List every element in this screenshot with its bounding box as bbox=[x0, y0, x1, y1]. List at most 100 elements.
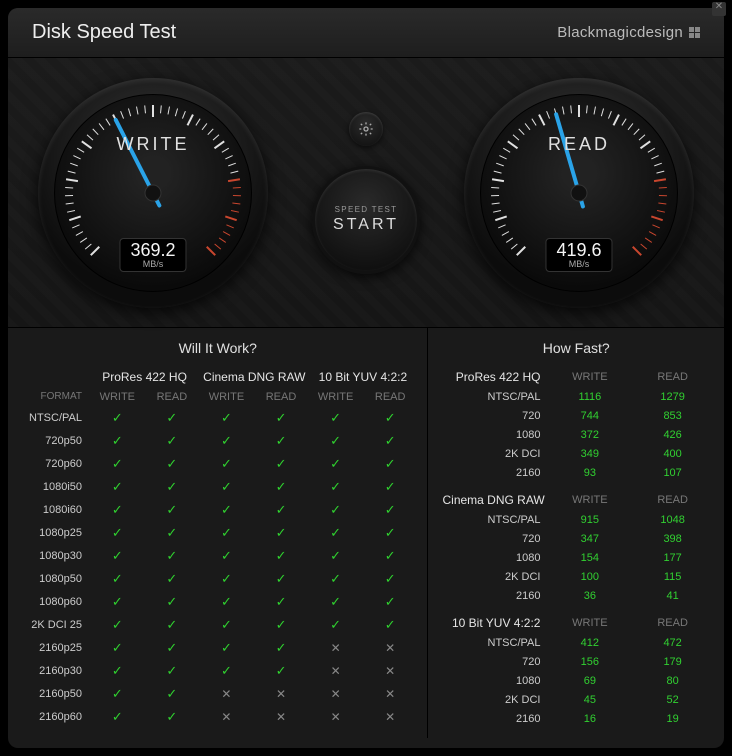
read-fps-value: 41 bbox=[631, 586, 714, 605]
resolution-label: 2160 bbox=[438, 463, 548, 482]
subcol-header: WRITE bbox=[90, 387, 145, 406]
resolution-label: 720 bbox=[438, 529, 548, 548]
format-label: 1080p60 bbox=[18, 590, 90, 613]
table-row: 1080372426 bbox=[438, 425, 714, 444]
check-icon: ✓ bbox=[145, 590, 200, 613]
check-icon: ✓ bbox=[254, 590, 309, 613]
check-icon: ✓ bbox=[145, 613, 200, 636]
how-fast-table: ProRes 422 HQWRITEREADNTSC/PAL1116127972… bbox=[438, 366, 714, 728]
resolution-label: 1080 bbox=[438, 548, 548, 567]
subcol-header: WRITE bbox=[308, 387, 363, 406]
subcol-header: WRITE bbox=[548, 489, 631, 510]
format-label: 2160p60 bbox=[18, 705, 90, 728]
check-icon: ✓ bbox=[145, 567, 200, 590]
resolution-label: NTSC/PAL bbox=[438, 510, 548, 529]
check-icon: ✓ bbox=[90, 567, 145, 590]
format-label: NTSC/PAL bbox=[18, 406, 90, 429]
check-icon: ✓ bbox=[90, 429, 145, 452]
table-row: 2K DCI349400 bbox=[438, 444, 714, 463]
subcol-header: READ bbox=[254, 387, 309, 406]
write-fps-value: 349 bbox=[548, 444, 631, 463]
check-icon: ✓ bbox=[254, 521, 309, 544]
check-icon: ✓ bbox=[254, 613, 309, 636]
check-icon: ✓ bbox=[254, 498, 309, 521]
write-gauge-label: WRITE bbox=[38, 134, 268, 155]
read-fps-value: 853 bbox=[631, 406, 714, 425]
center-controls: SPEED TEST START bbox=[312, 112, 420, 274]
will-it-work-panel: Will It Work? ProRes 422 HQ Cinema DNG R… bbox=[8, 328, 428, 738]
check-icon: ✓ bbox=[145, 475, 200, 498]
read-fps-value: 400 bbox=[631, 444, 714, 463]
check-icon: ✓ bbox=[90, 590, 145, 613]
check-icon: ✓ bbox=[254, 452, 309, 475]
codec-header: Cinema DNG RAW bbox=[199, 366, 308, 387]
codec-header: ProRes 422 HQ bbox=[438, 366, 548, 387]
check-icon: ✓ bbox=[254, 567, 309, 590]
format-label: 1080i50 bbox=[18, 475, 90, 498]
cross-icon: ✕ bbox=[199, 705, 254, 728]
resolution-label: NTSC/PAL bbox=[438, 633, 548, 652]
cross-icon: ✕ bbox=[308, 705, 363, 728]
check-icon: ✓ bbox=[90, 544, 145, 567]
resolution-label: 1080 bbox=[438, 671, 548, 690]
read-unit: MB/s bbox=[556, 260, 601, 269]
brand-label: Blackmagicdesign bbox=[557, 24, 683, 41]
how-fast-title: How Fast? bbox=[438, 336, 714, 366]
subcol-header: WRITE bbox=[548, 612, 631, 633]
write-fps-value: 100 bbox=[548, 567, 631, 586]
write-fps-value: 412 bbox=[548, 633, 631, 652]
check-icon: ✓ bbox=[199, 475, 254, 498]
resolution-label: 720 bbox=[438, 406, 548, 425]
check-icon: ✓ bbox=[199, 521, 254, 544]
check-icon: ✓ bbox=[363, 429, 418, 452]
subcol-header: READ bbox=[631, 489, 714, 510]
table-row: 1080p30✓✓✓✓✓✓ bbox=[18, 544, 417, 567]
cross-icon: ✕ bbox=[254, 705, 309, 728]
settings-button[interactable] bbox=[349, 112, 383, 146]
check-icon: ✓ bbox=[199, 544, 254, 567]
check-icon: ✓ bbox=[145, 682, 200, 705]
write-fps-value: 372 bbox=[548, 425, 631, 444]
check-icon: ✓ bbox=[199, 406, 254, 429]
close-button[interactable]: ✕ bbox=[712, 2, 726, 16]
start-button[interactable]: SPEED TEST START bbox=[312, 166, 420, 274]
check-icon: ✓ bbox=[363, 521, 418, 544]
read-value: 419.6 bbox=[556, 241, 601, 260]
check-icon: ✓ bbox=[363, 498, 418, 521]
read-gauge: READ 419.6 MB/s bbox=[464, 78, 694, 308]
read-fps-value: 52 bbox=[631, 690, 714, 709]
start-subtitle: SPEED TEST bbox=[335, 205, 398, 214]
codec-group-header: Cinema DNG RAWWRITEREAD bbox=[438, 489, 714, 510]
subcol-header: READ bbox=[363, 387, 418, 406]
table-row: 2K DCI 25✓✓✓✓✓✓ bbox=[18, 613, 417, 636]
cross-icon: ✕ bbox=[363, 682, 418, 705]
check-icon: ✓ bbox=[308, 567, 363, 590]
resolution-label: 2K DCI bbox=[438, 690, 548, 709]
subcol-header: READ bbox=[145, 387, 200, 406]
cross-icon: ✕ bbox=[308, 636, 363, 659]
check-icon: ✓ bbox=[145, 659, 200, 682]
table-row: 1080154177 bbox=[438, 548, 714, 567]
read-gauge-label: READ bbox=[464, 134, 694, 155]
resolution-label: 720 bbox=[438, 652, 548, 671]
codec-header: Cinema DNG RAW bbox=[438, 489, 548, 510]
check-icon: ✓ bbox=[90, 521, 145, 544]
read-fps-value: 19 bbox=[631, 709, 714, 728]
check-icon: ✓ bbox=[199, 590, 254, 613]
check-icon: ✓ bbox=[363, 475, 418, 498]
check-icon: ✓ bbox=[145, 406, 200, 429]
write-fps-value: 1116 bbox=[548, 387, 631, 406]
check-icon: ✓ bbox=[308, 429, 363, 452]
write-fps-value: 93 bbox=[548, 463, 631, 482]
write-fps-value: 16 bbox=[548, 709, 631, 728]
cross-icon: ✕ bbox=[363, 659, 418, 682]
read-fps-value: 107 bbox=[631, 463, 714, 482]
format-label: 1080i60 bbox=[18, 498, 90, 521]
check-icon: ✓ bbox=[308, 613, 363, 636]
codec-group-header: 10 Bit YUV 4:2:2WRITEREAD bbox=[438, 612, 714, 633]
cross-icon: ✕ bbox=[308, 659, 363, 682]
write-gauge: WRITE 369.2 MB/s bbox=[38, 78, 268, 308]
check-icon: ✓ bbox=[145, 705, 200, 728]
check-icon: ✓ bbox=[90, 705, 145, 728]
check-icon: ✓ bbox=[254, 406, 309, 429]
